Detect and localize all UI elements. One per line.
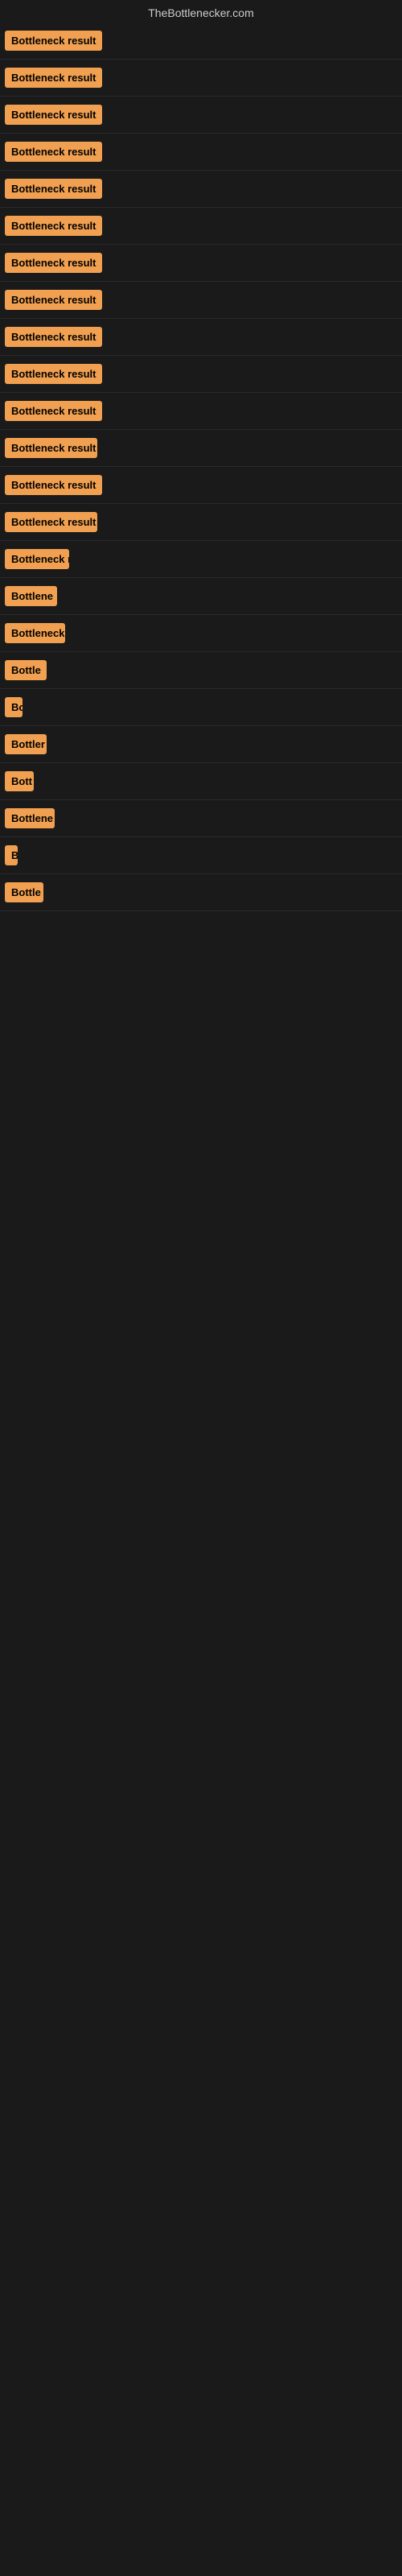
bottleneck-result-button[interactable]: Bottleneck result [5, 253, 102, 273]
bottleneck-result-button[interactable]: Bottleneck result [5, 401, 102, 421]
list-item: Bottleneck result [0, 171, 402, 208]
bottleneck-result-button[interactable]: Bottleneck result [5, 179, 102, 199]
bottleneck-result-button[interactable]: Bottlene [5, 808, 55, 828]
site-title: TheBottlenecker.com [0, 0, 402, 23]
bottleneck-result-button[interactable]: Bottleneck result [5, 290, 102, 310]
bottleneck-result-button[interactable]: Bottlene [5, 586, 57, 606]
list-item: Bottleneck result [0, 245, 402, 282]
bottleneck-result-button[interactable]: B [5, 845, 18, 865]
list-item: Bo [0, 689, 402, 726]
list-item: Bottleneck result [0, 97, 402, 134]
bottleneck-result-button[interactable]: Bottleneck result [5, 438, 97, 458]
list-item: Bottleneck result [0, 467, 402, 504]
list-item: Bottleneck result [0, 208, 402, 245]
list-item: Bottleneck result [0, 23, 402, 60]
bottleneck-result-button[interactable]: Bottleneck result [5, 105, 102, 125]
list-item: Bottleneck result [0, 282, 402, 319]
bottleneck-result-button[interactable]: Bottleneck result [5, 327, 102, 347]
list-item: Bott [0, 763, 402, 800]
list-item: Bottleneck r [0, 541, 402, 578]
bottleneck-result-button[interactable]: Bottleneck result [5, 68, 102, 88]
list-item: Bottleneck result [0, 134, 402, 171]
bottleneck-result-button[interactable]: Bottle [5, 882, 43, 902]
bottleneck-result-button[interactable]: Bottleneck result [5, 216, 102, 236]
bottleneck-result-button[interactable]: Bottleneck r [5, 549, 69, 569]
list-item: Bottleneck result [0, 393, 402, 430]
list-item: Bottleneck result [0, 504, 402, 541]
list-item: Bottler [0, 726, 402, 763]
list-item: Bottleneck result [0, 60, 402, 97]
list-item: Bottleneck result [0, 356, 402, 393]
list-item: Bottleneck result [0, 430, 402, 467]
list-item: Bottle [0, 652, 402, 689]
bottleneck-result-button[interactable]: Bottleneck result [5, 364, 102, 384]
bottleneck-result-button[interactable]: Bottle [5, 660, 47, 680]
bottleneck-result-button[interactable]: Bottleneck result [5, 31, 102, 51]
bottleneck-result-button[interactable]: Bottler [5, 734, 47, 754]
bottleneck-result-button[interactable]: Bottleneck result [5, 512, 97, 532]
bottleneck-result-button[interactable]: Bottleneck [5, 623, 65, 643]
list-item: Bottlene [0, 800, 402, 837]
bottleneck-result-button[interactable]: Bott [5, 771, 34, 791]
list-item: Bottleneck result [0, 319, 402, 356]
list-item: B [0, 837, 402, 874]
bottleneck-result-button[interactable]: Bo [5, 697, 23, 717]
bottleneck-result-button[interactable]: Bottleneck result [5, 142, 102, 162]
list-item: Bottleneck [0, 615, 402, 652]
bottleneck-result-button[interactable]: Bottleneck result [5, 475, 102, 495]
list-item: Bottlene [0, 578, 402, 615]
list-item: Bottle [0, 874, 402, 911]
